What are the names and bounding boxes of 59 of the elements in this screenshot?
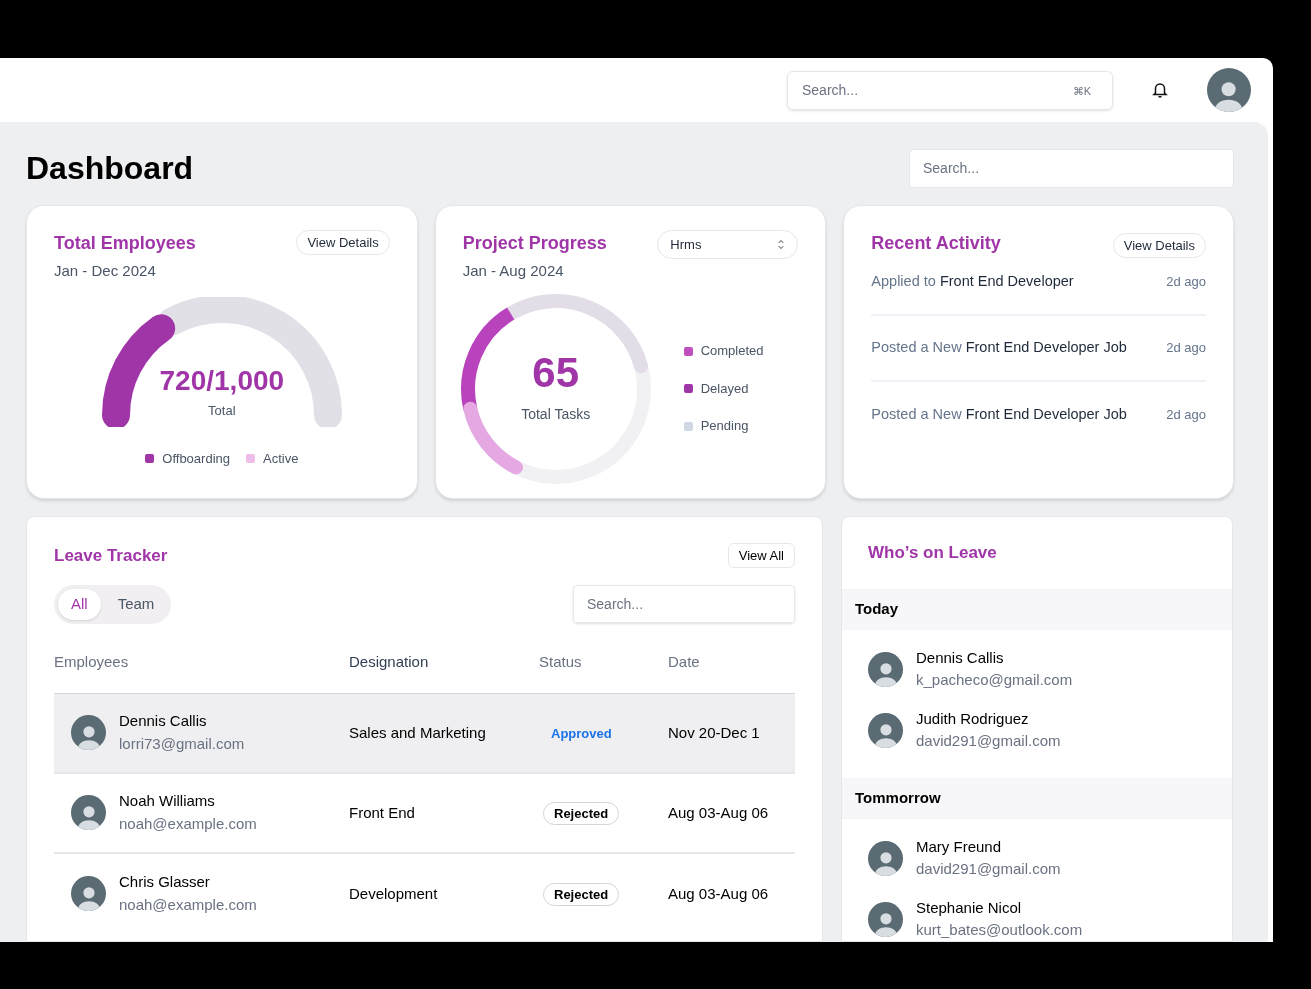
- activity-text: Applied to Front End Developer: [871, 272, 1074, 292]
- search-field[interactable]: Search...: [909, 148, 1234, 188]
- date-text: Nov 20-Dec 1: [668, 723, 760, 741]
- notifications-icon[interactable]: [1151, 81, 1169, 99]
- gauge-value: 720/1,000: [159, 366, 285, 395]
- employee-email: noah@example.com: [119, 813, 257, 834]
- employee-email: lorri73@gmail.com: [119, 733, 245, 754]
- legend-label: Pending: [700, 417, 749, 436]
- search-field[interactable]: Search...: [573, 585, 795, 623]
- activity-time: 2d ago: [1166, 339, 1206, 358]
- card-title: Leave Tracker: [54, 545, 168, 567]
- activity-text: Posted a New Front End Developer Job: [871, 338, 1127, 358]
- person-name: Stephanie Nicol: [916, 898, 1023, 918]
- card-title: Recent Activity: [871, 232, 1001, 255]
- legend-label: Offboarding: [162, 449, 230, 468]
- card-title: Who’s on Leave: [868, 542, 997, 565]
- date-text: Aug 03-Aug 06: [668, 884, 769, 902]
- chevron-up-down-icon: [777, 239, 786, 250]
- date-text: Aug 03-Aug 06: [668, 803, 769, 821]
- filter-tab[interactable]: Team: [104, 588, 168, 620]
- group-header: Today: [842, 589, 1232, 630]
- card-period: Jan - Aug 2024: [462, 261, 565, 281]
- shortcut-hint: ⌘K: [1072, 83, 1091, 99]
- group-header: Tommorrow: [842, 778, 1232, 819]
- person-email: kurt_bates@outlook.com: [916, 920, 1083, 940]
- activity-text: Posted a New Front End Developer Job: [871, 405, 1127, 425]
- designation-text: Development: [349, 884, 438, 902]
- card-period: Jan - Dec 2024: [54, 261, 157, 281]
- filter-tab[interactable]: All: [58, 588, 101, 620]
- activity-time: 2d ago: [1166, 273, 1206, 292]
- employee-name: Dennis Callis: [119, 711, 208, 731]
- column-header: Designation: [349, 652, 429, 670]
- card-title: Project Progress: [462, 232, 607, 255]
- page-title: Dashboard: [26, 149, 194, 188]
- activity-time: 2d ago: [1166, 406, 1206, 425]
- designation-text: Front End: [349, 803, 415, 821]
- person-email: david291@gmail.com: [916, 731, 1061, 751]
- person-name: Judith Rodriguez: [916, 709, 1030, 729]
- person-name: Dennis Callis: [916, 648, 1005, 668]
- person-name: Mary Freund: [916, 837, 1003, 857]
- table-row[interactable]: Dennis Callis lorri73@gmail.com Sales and Marketing Approved Nov 20-Dec 1: [54, 693, 795, 774]
- donut-caption: Total Tasks: [521, 405, 591, 424]
- legend-label: Active: [263, 449, 299, 468]
- employee-email: noah@example.com: [119, 894, 257, 915]
- legend-label: Delayed: [700, 379, 749, 398]
- person-email: david291@gmail.com: [916, 859, 1061, 879]
- column-header: Employees: [54, 652, 129, 670]
- status-text: Approved: [551, 725, 612, 741]
- designation-text: Sales and Marketing: [349, 723, 486, 741]
- donut-value: 65: [532, 352, 580, 394]
- view-all-button[interactable]: View All: [727, 543, 795, 569]
- column-header: Status: [539, 652, 582, 670]
- column-header: Date: [668, 652, 700, 670]
- person-email: k_pacheco@gmail.com: [916, 670, 1073, 690]
- legend-label: Completed: [700, 342, 764, 361]
- employee-name: Noah Williams: [119, 791, 216, 811]
- employee-name: Chris Glasser: [119, 872, 211, 892]
- card-title: Total Employees: [54, 232, 196, 255]
- gauge-caption: Total: [208, 401, 236, 420]
